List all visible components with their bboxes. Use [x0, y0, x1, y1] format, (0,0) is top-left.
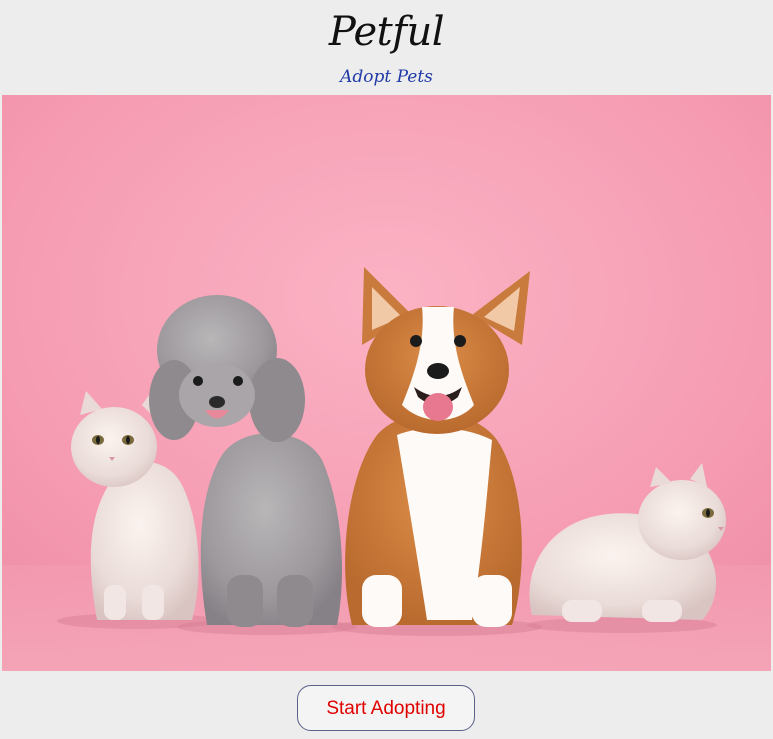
landing-page: Petful Adopt Pets Start Adopting [0, 0, 773, 739]
site-header: Petful Adopt Pets [0, 0, 773, 95]
site-subtitle: Adopt Pets [340, 67, 433, 87]
site-title: Petful [328, 9, 445, 55]
site-footer: Start Adopting [0, 671, 773, 739]
start-adopting-button[interactable]: Start Adopting [297, 685, 475, 731]
pets-photo-illustration [2, 95, 771, 671]
hero-image [2, 95, 771, 671]
